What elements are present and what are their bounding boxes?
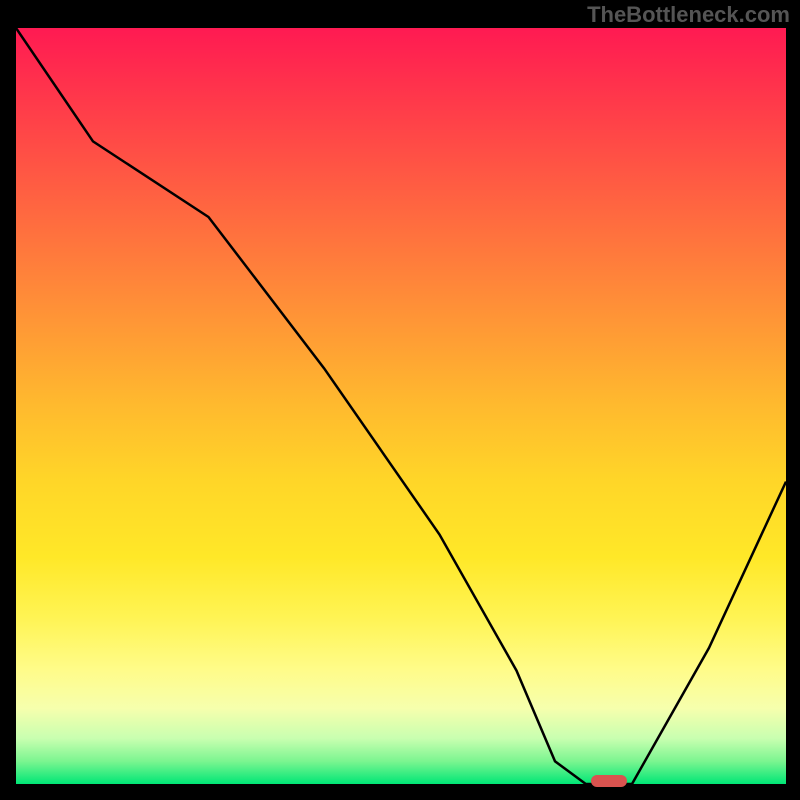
optimal-marker — [591, 775, 627, 787]
y-axis — [14, 28, 16, 786]
curve-svg — [16, 28, 786, 784]
bottleneck-curve — [16, 28, 786, 784]
plot-area — [16, 28, 786, 784]
watermark-text: TheBottleneck.com — [587, 2, 790, 28]
chart-container: TheBottleneck.com — [0, 0, 800, 800]
x-axis — [14, 784, 786, 786]
